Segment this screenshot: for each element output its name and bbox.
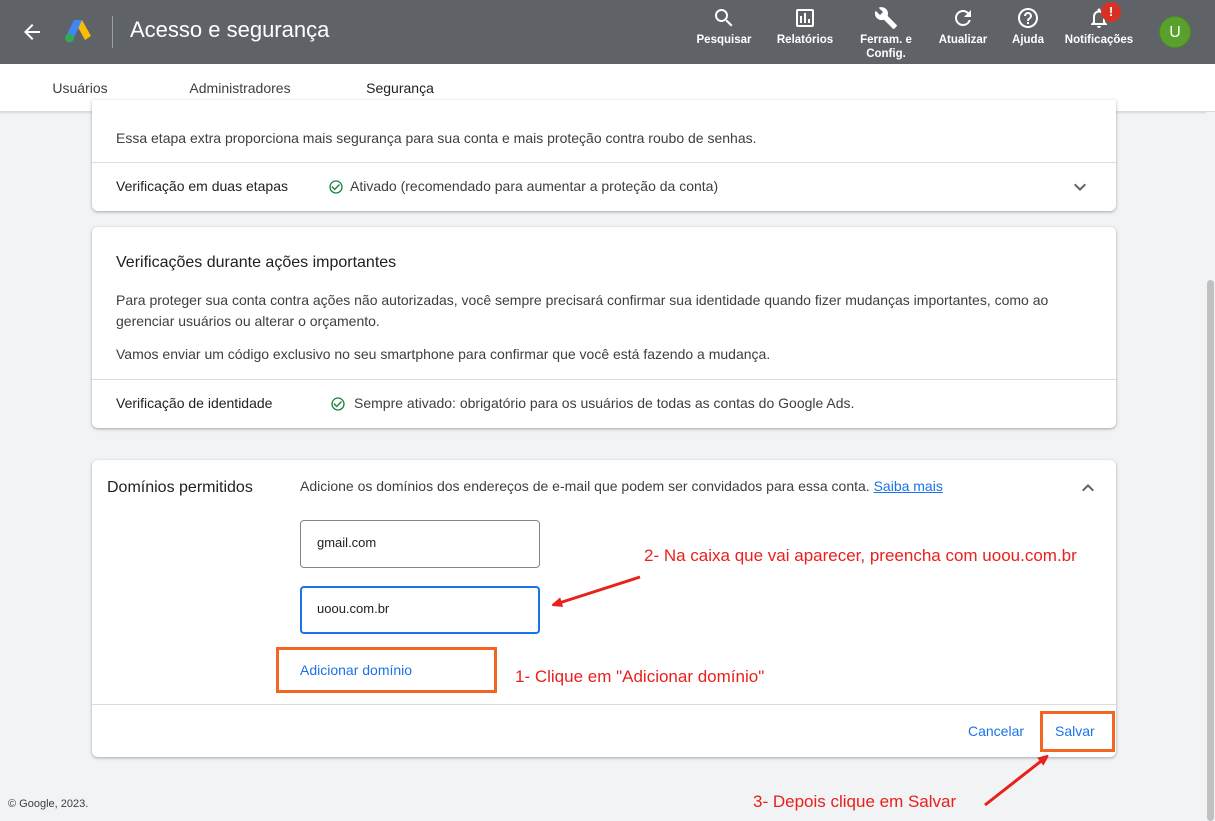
save-highlight-box — [1040, 711, 1115, 752]
reports-icon — [796, 9, 814, 27]
notifications-tool-button[interactable]: ! Notificações — [1059, 2, 1139, 47]
add-domain-highlight-box — [276, 647, 497, 693]
annotation-step-1: 1- Clique em "Adicionar domínio" — [515, 667, 765, 686]
divider — [92, 162, 1116, 163]
refresh-icon — [955, 9, 971, 26]
identity-verification-label: Verificação de identidade — [116, 395, 273, 411]
page-title: Acesso e segurança — [130, 17, 330, 42]
wrench-icon — [874, 7, 897, 29]
annotation-step-2: 2- Na caixa que vai aparecer, preencha c… — [644, 546, 1077, 565]
google-ads-logo-icon — [65, 20, 91, 43]
domain-input-1[interactable] — [317, 535, 517, 550]
back-arrow-icon[interactable] — [20, 20, 44, 44]
notifications-tool-label: Notificações — [1064, 34, 1134, 46]
search-icon — [715, 9, 733, 27]
allowed-domains-title: Domínios permitidos — [107, 479, 253, 496]
tools-settings-button[interactable]: Ferram. e Config. — [846, 6, 926, 61]
two-step-status: Ativado (recomendado para aumentar a pro… — [350, 178, 719, 194]
two-step-label: Verificação em duas etapas — [116, 178, 288, 194]
domain-field-2[interactable] — [300, 586, 540, 634]
allowed-domains-card: Domínios permitidos Adicione os domínios… — [92, 460, 1116, 757]
chevron-down-icon[interactable] — [1068, 175, 1092, 199]
reports-tool-label: Relatórios — [776, 34, 834, 46]
allowed-domains-description: Adicione os domínios dos endereços de e-… — [300, 476, 943, 497]
annotation-step-3: 3- Depois clique em Salvar — [753, 792, 957, 811]
notification-badge: ! — [1101, 2, 1121, 22]
learn-more-link[interactable]: Saiba mais — [874, 478, 943, 494]
two-step-card: Essa etapa extra proporciona mais segura… — [92, 100, 1116, 211]
important-actions-card: Verificações durante ações importantes P… — [92, 227, 1116, 428]
divider — [92, 379, 1116, 380]
search-tool-button[interactable]: Pesquisar — [684, 6, 764, 47]
two-step-description: Essa etapa extra proporciona mais segura… — [116, 130, 757, 146]
top-app-bar: Acesso e segurança Pesquisar Relatórios … — [0, 0, 1215, 64]
page-scrollbar[interactable] — [1206, 112, 1215, 821]
allowed-domains-description-text: Adicione os domínios dos endereços de e-… — [300, 478, 870, 494]
header-divider — [112, 16, 113, 48]
reports-tool-button[interactable]: Relatórios — [765, 6, 845, 47]
help-tool-button[interactable]: Ajuda — [988, 6, 1068, 47]
important-actions-paragraph-2: Vamos enviar um código exclusivo no seu … — [116, 346, 771, 362]
domain-input-2[interactable] — [317, 601, 517, 616]
footer-copyright: © Google, 2023. — [8, 798, 89, 810]
identity-verification-status: Sempre ativado: obrigatório para os usuá… — [354, 395, 855, 411]
check-circle-icon — [331, 397, 345, 411]
check-circle-icon — [329, 180, 343, 194]
help-icon — [1018, 8, 1038, 28]
chevron-up-icon[interactable] — [1076, 476, 1100, 500]
avatar[interactable]: U — [1159, 16, 1191, 48]
divider — [92, 704, 1116, 705]
cancel-button[interactable]: Cancelar — [968, 723, 1024, 739]
important-actions-paragraph-1: Para proteger sua conta contra ações não… — [116, 292, 1049, 329]
tools-settings-label: Ferram. e Config. — [860, 34, 912, 60]
scrollbar-thumb[interactable] — [1207, 280, 1214, 821]
important-actions-title: Verificações durante ações importantes — [116, 254, 397, 271]
search-tool-label: Pesquisar — [696, 34, 752, 46]
domain-field-1[interactable] — [300, 520, 540, 568]
help-tool-label: Ajuda — [1012, 34, 1044, 46]
arrow-to-save-button — [984, 758, 1045, 807]
